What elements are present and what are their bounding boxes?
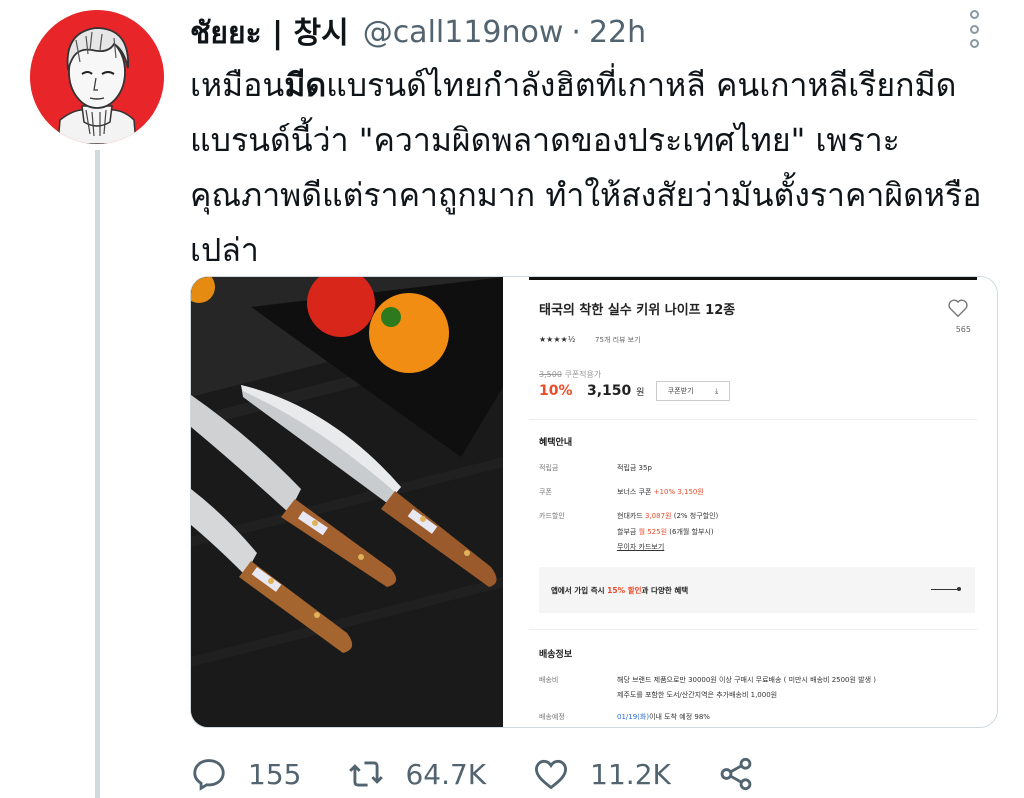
knife-photo[interactable]	[191, 277, 503, 727]
separator-dot: ·	[571, 14, 581, 50]
knife-photo-illustration	[191, 277, 503, 727]
original-price-label: 쿠폰적용가	[564, 370, 602, 379]
user-handle[interactable]: @call119now	[363, 15, 564, 50]
currency: 원	[636, 388, 645, 398]
divider	[529, 629, 977, 630]
benefit-label: 카드할인	[539, 512, 565, 520]
benefit-value: 적립금 35p	[617, 464, 652, 472]
tweet-text-bold: มีด	[284, 66, 327, 104]
download-icon: ⤓	[715, 386, 719, 395]
wishlist-heart-icon[interactable]	[947, 297, 969, 319]
share-button[interactable]	[717, 755, 775, 793]
retweet-icon	[349, 761, 384, 787]
app-banner-text: 앱에서 가입 즉시 15% 할인과 다양한 혜택	[551, 585, 688, 596]
product-top-border	[529, 277, 977, 280]
shipping-title: 배송정보	[539, 650, 573, 660]
benefit-value-text: 보너스 쿠폰	[617, 488, 652, 496]
benefit-value-tail: (6개월 할부시)	[669, 528, 714, 536]
delivery-date: 01/19(화)	[617, 713, 650, 721]
benefit-label: 적립금	[539, 464, 559, 472]
tweet-header: ชัยยะ | 창시 @call119now · 22h	[190, 10, 646, 54]
avatar-illustration	[30, 10, 164, 144]
benefit-value-highlight: 3,087원	[645, 512, 672, 520]
reply-button[interactable]: 155	[190, 755, 301, 793]
benefit-value-text: 현대카드	[617, 512, 643, 520]
divider	[529, 419, 977, 420]
wishlist-count: 565	[955, 325, 971, 334]
benefit-value-text: 할부금	[617, 528, 637, 536]
shipping-value: 해당 브랜드 제품으로만 30000원 이상 구매시 무료배송 ( 미만시 배송…	[617, 676, 877, 684]
sale-price-value: 3,150	[587, 383, 632, 399]
thread-line	[95, 150, 100, 798]
reply-count: 155	[248, 757, 302, 791]
display-name[interactable]: ชัยยะ | 창시	[190, 8, 349, 57]
benefits-title: 혜택안내	[539, 438, 573, 448]
coupon-button-label: 쿠폰받기	[667, 387, 694, 395]
product-screenshot: 태국의 착한 실수 키위 나이프 12종 565 ★★★★½ 75개 리뷰 보기…	[509, 277, 997, 727]
interest-free-card-link[interactable]: 무이자 카드보기	[617, 542, 664, 552]
original-price: 3,500 쿠폰적용가	[539, 369, 601, 380]
tweet-text-part1: เหมือน	[190, 66, 285, 104]
benefit-value: 할부금 월 525원 (6개월 할부시)	[617, 527, 714, 537]
sale-price: 3,150 원	[587, 383, 644, 399]
retweet-count: 64.7K	[405, 757, 487, 791]
like-button[interactable]: 11.2K	[532, 755, 671, 793]
share-icon	[720, 757, 752, 791]
shipping-label: 배송예정	[539, 713, 565, 721]
media-card[interactable]: 태국의 착한 실수 키위 나이프 12종 565 ★★★★½ 75개 리뷰 보기…	[190, 276, 998, 728]
original-price-value: 3,500	[539, 370, 562, 379]
benefit-value-highlight: +10% 3,150원	[653, 488, 704, 496]
discount-rate: 10%	[539, 383, 573, 399]
tweet-timestamp[interactable]: 22h	[589, 15, 646, 50]
arrow-right-icon	[931, 587, 961, 591]
product-title: 태국의 착한 실수 키위 나이프 12종	[539, 303, 736, 318]
tweet-actions: 155 64.7K 11.2K	[190, 750, 880, 798]
benefit-value: 보너스 쿠폰 +10% 3,150원	[617, 487, 704, 497]
reply-icon	[193, 759, 225, 791]
delivery-text: 이내 도착 예정 98%	[649, 713, 710, 721]
shipping-value: 01/19(화)이내 도착 예정 98%	[617, 712, 710, 722]
benefit-value-tail: (2% 청구할인)	[673, 512, 719, 520]
shipping-value: 제주도를 포함한 도서/산간지역은 추가배송비 1,000원	[617, 691, 778, 699]
retweet-button[interactable]: 64.7K	[347, 755, 486, 793]
more-vertical-icon[interactable]	[962, 10, 986, 48]
coupon-button[interactable]: 쿠폰받기 ⤓	[656, 381, 730, 401]
app-banner-lead: 앱에서 가입 즉시	[551, 586, 605, 595]
app-signup-banner[interactable]: 앱에서 가입 즉시 15% 할인과 다양한 혜택	[539, 567, 975, 613]
benefit-value: 현대카드 3,087원 (2% 청구할인)	[617, 511, 718, 521]
app-banner-tail: 과 다양한 혜택	[641, 586, 689, 595]
tweet-text: เหมือนมีดแบรนด์ไทยกำลังฮิตที่เกาหลี คนเก…	[190, 58, 1000, 278]
like-count: 11.2K	[590, 757, 671, 791]
shipping-label: 배송비	[539, 676, 559, 684]
app-banner-highlight: 15% 할인	[607, 586, 642, 595]
benefit-value-highlight: 월 525원	[638, 528, 668, 536]
reviews-link[interactable]: 75개 리뷰 보기	[595, 335, 641, 345]
avatar[interactable]	[30, 10, 164, 144]
heart-icon	[535, 759, 568, 790]
rating-stars: ★★★★½	[539, 335, 576, 344]
benefit-label: 쿠폰	[539, 488, 552, 496]
